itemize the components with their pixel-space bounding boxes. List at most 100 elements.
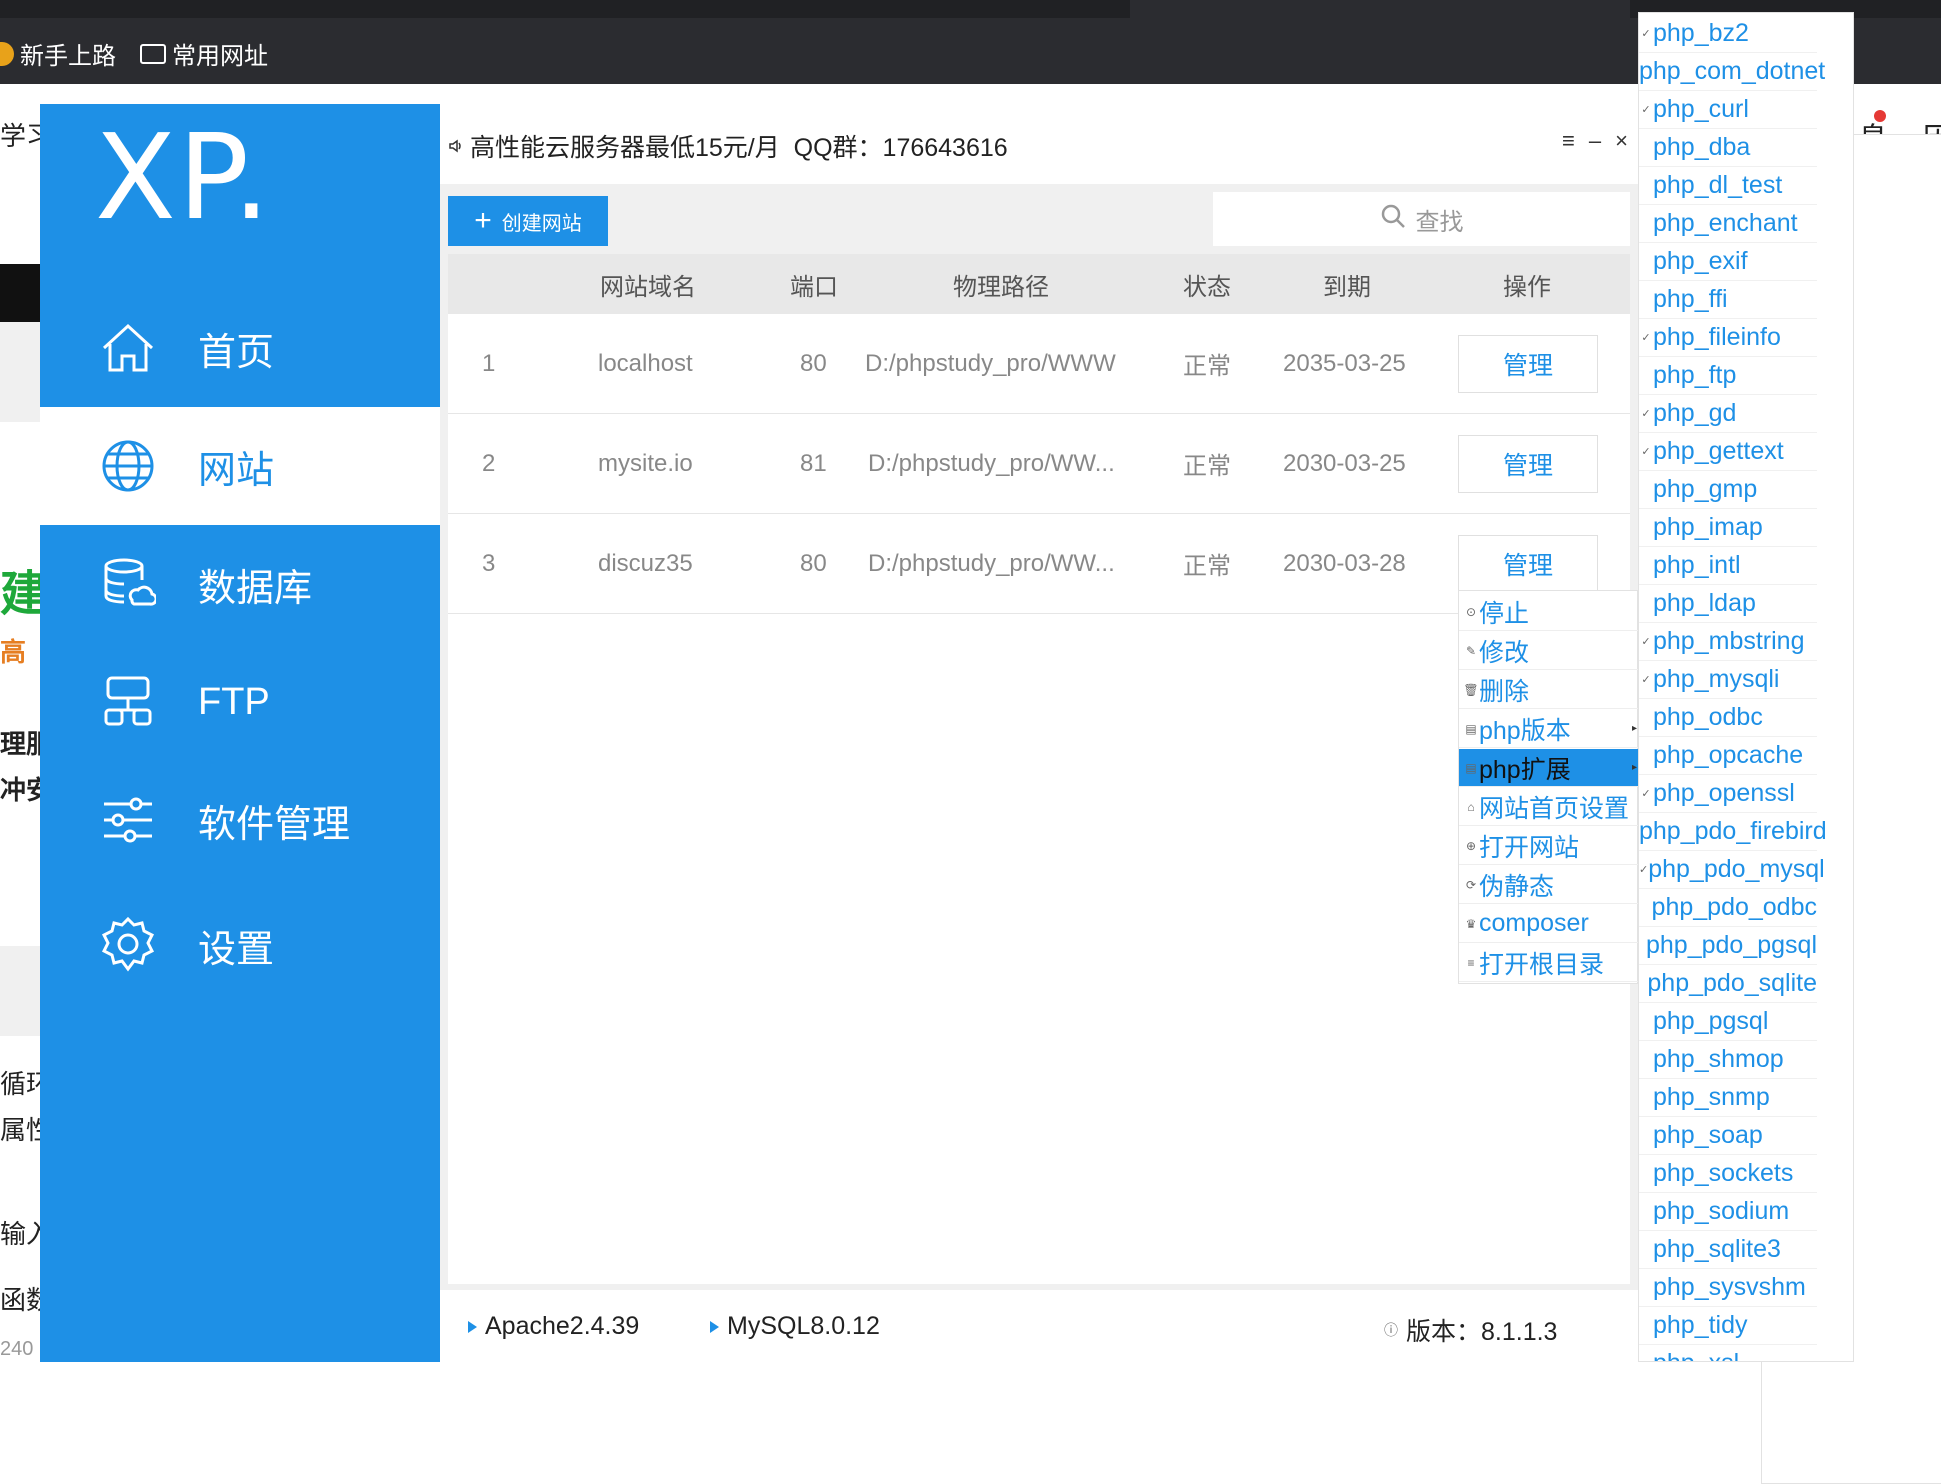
submenu-arrow-icon: ▸: [1631, 723, 1637, 734]
ext-item-php-gd[interactable]: ✓ php_gd: [1639, 395, 1817, 433]
ext-item-php-gettext[interactable]: ✓ php_gettext: [1639, 433, 1817, 471]
ctx-php-version[interactable]: ▤ php版本 ▸: [1459, 710, 1639, 748]
ext-item-php-shmop[interactable]: php_shmop: [1639, 1041, 1817, 1079]
ext-item-php-sockets[interactable]: php_sockets: [1639, 1155, 1817, 1193]
ext-label: php_fileinfo: [1653, 323, 1781, 351]
ext-item-php-xsl[interactable]: php_xsl: [1639, 1345, 1817, 1361]
ext-label: php_sysvshm: [1653, 1273, 1806, 1301]
bookmark-label: 新手上路: [20, 43, 116, 70]
ctx-composer[interactable]: ♛ composer: [1459, 905, 1639, 943]
ext-item-php-sysvshm[interactable]: php_sysvshm: [1639, 1269, 1817, 1307]
ext-item-php-fileinfo[interactable]: ✓ php_fileinfo: [1639, 319, 1817, 357]
ctx-rewrite[interactable]: ⟳ 伪静态: [1459, 866, 1639, 904]
nav-website[interactable]: 网站: [40, 407, 440, 525]
ext-item-php-bz2[interactable]: ✓ php_bz2: [1639, 15, 1817, 53]
col-ops: 操作: [1503, 273, 1551, 301]
ext-item-php-sodium[interactable]: php_sodium: [1639, 1193, 1817, 1231]
bookmark-newbie[interactable]: 新手上路: [0, 36, 116, 71]
ctx-stop[interactable]: ⊙ 停止: [1459, 593, 1639, 631]
ctx-label: php版本: [1479, 716, 1571, 745]
titlebar: 高性能云服务器最低15元/月 QQ群：176643616 ≡ – ×: [440, 104, 1638, 184]
ext-item-php-enchant[interactable]: php_enchant: [1639, 205, 1817, 243]
nav-ftp[interactable]: FTP: [40, 643, 440, 761]
manage-button[interactable]: 管理: [1458, 435, 1598, 493]
nav-database[interactable]: 数据库: [40, 525, 440, 643]
ext-item-php-pdo-pgsql[interactable]: php_pdo_pgsql: [1639, 927, 1817, 965]
ext-item-php-pdo-odbc[interactable]: php_pdo_odbc: [1639, 889, 1817, 927]
nav-software[interactable]: 软件管理: [40, 761, 440, 879]
ctx-open-root[interactable]: ≡ 打开根目录: [1459, 944, 1639, 982]
ext-item-php-opcache[interactable]: php_opcache: [1639, 737, 1817, 775]
logo: XP. 小皮 CN: [95, 118, 1941, 1484]
ext-label: php_sqlite3: [1653, 1235, 1781, 1263]
ext-item-php-dl-test[interactable]: php_dl_test: [1639, 167, 1817, 205]
browser-tab[interactable]: [1130, 0, 1630, 18]
ext-item-php-ffi[interactable]: php_ffi: [1639, 281, 1817, 319]
bookmark-folder[interactable]: 常用网址: [140, 36, 268, 71]
close-button[interactable]: ×: [1615, 128, 1628, 154]
search-input[interactable]: 查找: [1213, 192, 1630, 246]
col-expire: 到期: [1323, 273, 1371, 301]
nav-website-label: 网站: [198, 449, 275, 492]
announcement[interactable]: 高性能云服务器最低15元/月 QQ群：176643616: [448, 128, 1008, 164]
ext-item-php-tidy[interactable]: php_tidy: [1639, 1307, 1817, 1345]
ext-item-php-soap[interactable]: php_soap: [1639, 1117, 1817, 1155]
nav-database-label: 数据库: [198, 567, 313, 610]
nav-settings-label: 设置: [198, 928, 275, 971]
menu-icon[interactable]: ≡: [1562, 128, 1575, 154]
websites-table: 网站域名 端口 物理路径 状态 到期 操作 1 localhost 80 D:/…: [448, 254, 1630, 1284]
ext-item-php-ftp[interactable]: php_ftp: [1639, 357, 1817, 395]
cell-domain: mysite.io: [598, 449, 693, 477]
ctx-open-site[interactable]: ⊕ 打开网站: [1459, 827, 1639, 865]
ext-label: php_ftp: [1653, 361, 1737, 389]
ext-item-php-pdo-mysql[interactable]: ✓ php_pdo_mysql: [1639, 851, 1825, 889]
ext-label: php_opcache: [1653, 741, 1804, 769]
ext-label: php_ffi: [1653, 285, 1728, 313]
ctx-homepage-settings[interactable]: ⌂ 网站首页设置: [1459, 788, 1639, 826]
gear-icon: [98, 915, 158, 975]
ext-item-php-snmp[interactable]: php_snmp: [1639, 1079, 1817, 1117]
bookmark-label: 常用网址: [172, 43, 268, 70]
table-row[interactable]: 1 localhost 80 D:/phpstudy_pro/WWW 正常 20…: [448, 314, 1630, 414]
ext-item-php-intl[interactable]: php_intl: [1639, 547, 1817, 585]
ftp-network-icon: [98, 672, 158, 732]
ctx-label: 删除: [1479, 677, 1530, 706]
ctx-delete[interactable]: 🗑 删除: [1459, 671, 1639, 709]
ext-item-php-dba[interactable]: php_dba: [1639, 129, 1817, 167]
manage-button[interactable]: 管理: [1458, 535, 1598, 593]
ext-item-php-pdo-sqlite[interactable]: php_pdo_sqlite: [1639, 965, 1817, 1003]
toolbar: + 创建网站 查找: [448, 184, 1630, 254]
ext-item-php-curl[interactable]: ✓ php_curl: [1639, 91, 1817, 129]
ext-item-php-imap[interactable]: php_imap: [1639, 509, 1817, 547]
ext-item-php-odbc[interactable]: php_odbc: [1639, 699, 1817, 737]
submenu-arrow-icon: ▸: [1631, 762, 1637, 773]
ctx-edit[interactable]: ✎ 修改: [1459, 632, 1639, 670]
table-row[interactable]: 2 mysite.io 81 D:/phpstudy_pro/WW... 正常 …: [448, 414, 1630, 514]
ext-item-php-sqlite3[interactable]: php_sqlite3: [1639, 1231, 1817, 1269]
mysql-status[interactable]: MySQL8.0.12: [710, 1312, 880, 1341]
ctx-php-extensions[interactable]: ▤ php扩展 ▸: [1459, 749, 1639, 787]
apache-status[interactable]: Apache2.4.39: [468, 1312, 639, 1341]
manage-button[interactable]: 管理: [1458, 335, 1598, 393]
home-icon: [98, 318, 158, 378]
ctx-label: 网站首页设置: [1479, 794, 1630, 823]
ext-label: php_dl_test: [1653, 171, 1783, 199]
table-row[interactable]: 3 discuz35 80 D:/phpstudy_pro/WW... 正常 2…: [448, 514, 1630, 614]
nav-home[interactable]: 首页: [40, 289, 440, 407]
ext-item-php-mysqli[interactable]: ✓ php_mysqli: [1639, 661, 1817, 699]
ext-item-php-gmp[interactable]: php_gmp: [1639, 471, 1817, 509]
ext-item-php-pgsql[interactable]: php_pgsql: [1639, 1003, 1817, 1041]
nav-settings[interactable]: 设置: [40, 886, 440, 1004]
window-controls: ≡ – ×: [1562, 128, 1628, 154]
ext-item-php-mbstring[interactable]: ✓ php_mbstring: [1639, 623, 1817, 661]
minimize-button[interactable]: –: [1589, 128, 1601, 154]
ext-item-php-openssl[interactable]: ✓ php_openssl: [1639, 775, 1817, 813]
ext-item-php-com-dotnet[interactable]: php_com_dotnet: [1639, 53, 1825, 91]
ext-label: php_pdo_pgsql: [1646, 931, 1817, 959]
create-website-button[interactable]: + 创建网站: [448, 196, 608, 246]
ext-item-php-pdo-firebird[interactable]: php_pdo_firebird: [1639, 813, 1827, 851]
ext-item-php-ldap[interactable]: php_ldap: [1639, 585, 1817, 623]
trash-icon: 🗑: [1463, 682, 1479, 697]
cell-port: 81: [800, 449, 827, 477]
ext-item-php-exif[interactable]: php_exif: [1639, 243, 1817, 281]
